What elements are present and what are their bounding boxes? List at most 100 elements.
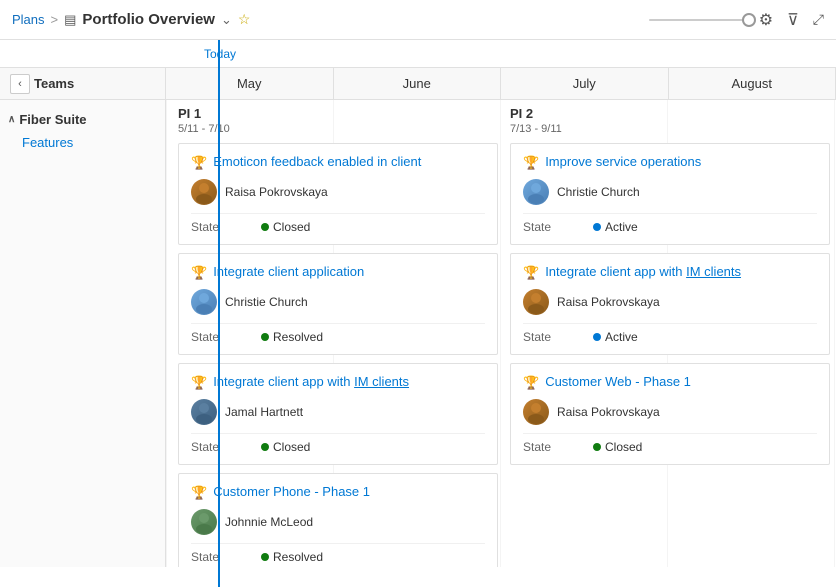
trophy-icon: 🏆 — [191, 265, 207, 281]
card-person-row: Jamal Hartnett — [191, 399, 485, 425]
state-dot — [261, 333, 269, 341]
sidebar: ∧ Fiber Suite Features — [0, 100, 166, 567]
card-title-row: 🏆 Emoticon feedback enabled in client — [191, 154, 485, 171]
highlight-text: IM clients — [686, 264, 741, 279]
month-may: May — [166, 68, 334, 99]
trophy-icon: 🏆 — [191, 375, 207, 391]
state-value: Closed — [273, 440, 310, 454]
avatar — [523, 399, 549, 425]
card-state-row: State Active — [523, 213, 817, 234]
search-control[interactable] — [649, 19, 749, 21]
main-content: ∧ Fiber Suite Features PI 1 5/11 - 7/10 … — [0, 100, 836, 567]
trophy-icon: 🏆 — [191, 155, 207, 171]
sidebar-header: ‹ Teams — [0, 68, 166, 99]
collapse-button[interactable]: ‹ — [10, 74, 30, 94]
teams-header-label: Teams — [34, 76, 74, 91]
card-person-row: Christie Church — [191, 289, 485, 315]
expand-icon[interactable]: ⤢ — [813, 11, 824, 28]
highlight-text: IM clients — [354, 374, 409, 389]
card-title-row: 🏆 Improve service operations — [523, 154, 817, 171]
person-name: Jamal Hartnett — [225, 405, 303, 419]
state-value: Resolved — [273, 550, 323, 564]
card-person-row: Johnnie McLeod — [191, 509, 485, 535]
search-handle — [742, 13, 756, 27]
person-name: Christie Church — [557, 185, 640, 199]
pi1-dates: 5/11 - 7/10 — [178, 123, 498, 135]
card-title[interactable]: Integrate client app with IM clients — [545, 264, 741, 281]
state-dot — [593, 443, 601, 451]
card-title-row: 🏆 Customer Web - Phase 1 — [523, 374, 817, 391]
search-slider[interactable] — [649, 19, 749, 21]
state-label: State — [523, 440, 593, 454]
person-name: Johnnie McLeod — [225, 515, 313, 529]
pi1-card-1: 🏆 Integrate client application Christie … — [178, 253, 498, 355]
avatar — [191, 289, 217, 315]
person-name: Raisa Pokrovskaya — [557, 405, 660, 419]
state-label: State — [191, 440, 261, 454]
card-title[interactable]: Customer Web - Phase 1 — [545, 374, 691, 391]
timeline-area: PI 1 5/11 - 7/10 🏆 Emoticon feedback ena… — [166, 100, 836, 567]
state-dot — [261, 223, 269, 231]
state-value: Active — [605, 220, 638, 234]
state-value: Active — [605, 330, 638, 344]
pi2-dates: 7/13 - 9/11 — [510, 123, 830, 135]
card-state-row: State Active — [523, 323, 817, 344]
card-person-row: Raisa Pokrovskaya — [191, 179, 485, 205]
card-person-row: Raisa Pokrovskaya — [523, 399, 817, 425]
group-label: Fiber Suite — [19, 112, 86, 127]
card-person-row: Raisa Pokrovskaya — [523, 289, 817, 315]
card-title[interactable]: Integrate client app with IM clients — [213, 374, 409, 391]
state-label: State — [523, 220, 593, 234]
sidebar-item-features[interactable]: Features — [0, 131, 165, 154]
avatar — [191, 179, 217, 205]
sidebar-group-fibersuite[interactable]: ∧ Fiber Suite — [0, 108, 165, 131]
card-title-row: 🏆 Integrate client app with IM clients — [191, 374, 485, 391]
card-title[interactable]: Customer Phone - Phase 1 — [213, 484, 370, 501]
card-state-row: State Closed — [523, 433, 817, 454]
app-header: Plans > ▤ Portfolio Overview ⌄ ☆ ⚙ ⊽ ⤢ — [0, 0, 836, 40]
card-person-row: Christie Church — [523, 179, 817, 205]
card-title-row: 🏆 Customer Phone - Phase 1 — [191, 484, 485, 501]
card-state-row: State Closed — [191, 433, 485, 454]
pi1-block: PI 1 5/11 - 7/10 🏆 Emoticon feedback ena… — [166, 100, 506, 567]
pi1-title: PI 1 — [178, 106, 498, 121]
trophy-icon: 🏆 — [523, 265, 539, 281]
card-title-row: 🏆 Integrate client application — [191, 264, 485, 281]
state-dot — [593, 223, 601, 231]
breadcrumb-separator: > — [51, 12, 59, 27]
state-value: Resolved — [273, 330, 323, 344]
state-dot — [261, 443, 269, 451]
pi2-card-1: 🏆 Integrate client app with IM clients R… — [510, 253, 830, 355]
group-chevron-icon: ∧ — [8, 114, 15, 125]
filter-icon[interactable]: ⊽ — [787, 10, 799, 30]
pi2-block: PI 2 7/13 - 9/11 🏆 Improve service opera… — [506, 100, 836, 567]
state-value: Closed — [605, 440, 642, 454]
avatar — [191, 399, 217, 425]
favorite-star-icon[interactable]: ☆ — [238, 11, 251, 28]
pi2-card-2: 🏆 Customer Web - Phase 1 Raisa Pokrovska… — [510, 363, 830, 465]
portfolio-icon: ▤ — [64, 12, 76, 28]
state-dot — [261, 553, 269, 561]
pi1-card-0: 🏆 Emoticon feedback enabled in client Ra… — [178, 143, 498, 245]
state-label: State — [523, 330, 593, 344]
state-label: State — [191, 330, 261, 344]
state-label: State — [191, 220, 261, 234]
card-title[interactable]: Improve service operations — [545, 154, 701, 171]
state-value: Closed — [273, 220, 310, 234]
avatar — [191, 509, 217, 535]
card-title[interactable]: Emoticon feedback enabled in client — [213, 154, 421, 171]
state-dot — [593, 333, 601, 341]
title-chevron-icon[interactable]: ⌄ — [221, 12, 232, 28]
plans-link[interactable]: Plans — [12, 12, 45, 27]
settings-icon[interactable]: ⚙ — [759, 10, 773, 30]
month-header: ‹ Teams May June July August — [0, 68, 836, 100]
breadcrumb: Plans > ▤ Portfolio Overview ⌄ — [12, 11, 232, 28]
pi-row: PI 1 5/11 - 7/10 🏆 Emoticon feedback ena… — [166, 100, 836, 567]
portfolio-title: Portfolio Overview — [82, 11, 215, 28]
today-label: Today — [204, 47, 236, 61]
month-june: June — [334, 68, 502, 99]
card-state-row: State Closed — [191, 213, 485, 234]
card-title-row: 🏆 Integrate client app with IM clients — [523, 264, 817, 281]
card-title[interactable]: Integrate client application — [213, 264, 364, 281]
avatar — [523, 179, 549, 205]
